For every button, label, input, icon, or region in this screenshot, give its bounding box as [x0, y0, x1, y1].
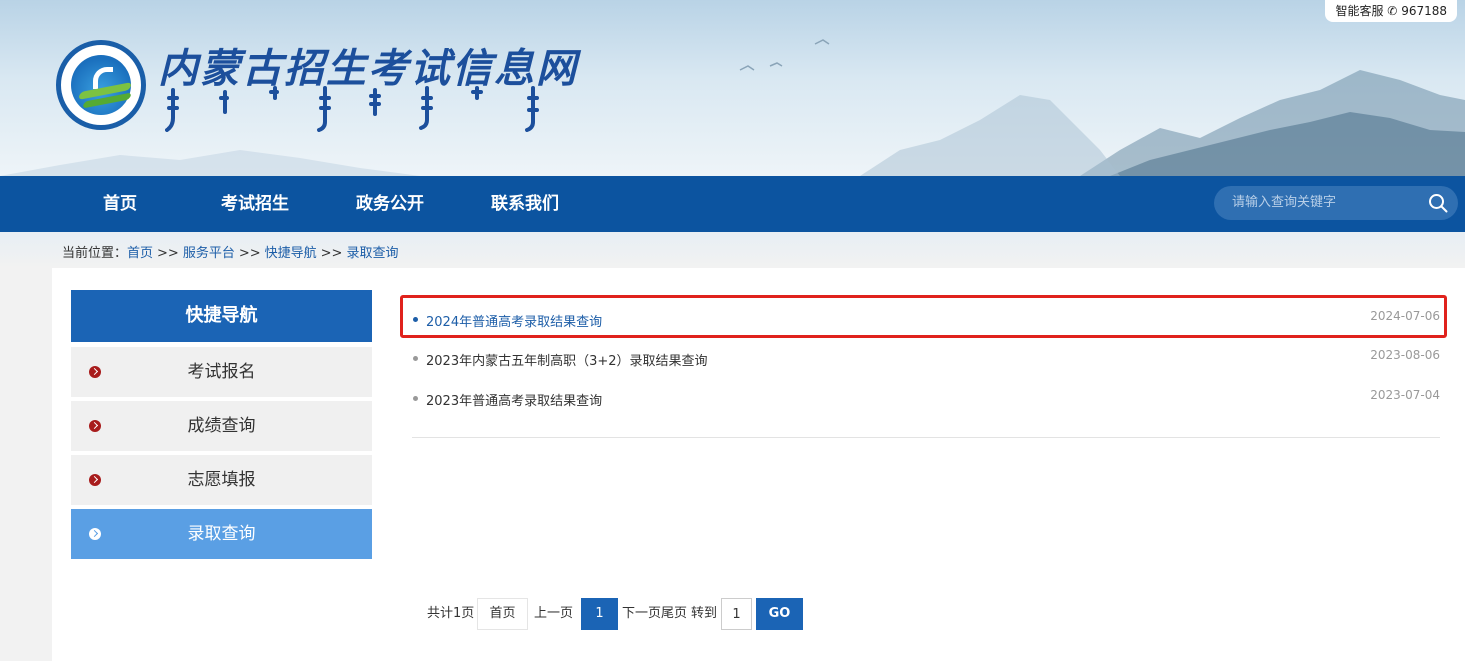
sidebar-item-admission-query[interactable]: 录取查询	[71, 509, 372, 559]
nav-item-home[interactable]: 首页	[103, 176, 137, 232]
bullet-dot-icon	[413, 396, 418, 401]
bullet-dot-icon	[413, 317, 418, 322]
search-input[interactable]	[1232, 186, 1422, 220]
list-item-title[interactable]: 2023年内蒙古五年制高职（3+2）录取结果查询	[426, 350, 708, 369]
sidebar-item-application-filling[interactable]: 志愿填报	[71, 455, 372, 505]
breadcrumb-item-quick-nav[interactable]: 快捷导航	[265, 246, 317, 261]
search-icon[interactable]	[1428, 193, 1448, 213]
list-item[interactable]: 2024年普通高考录取结果查询 2024-07-06	[412, 308, 1440, 332]
nav-item-government-affairs[interactable]: 政务公开	[356, 176, 424, 232]
hotline-number: 967188	[1401, 4, 1447, 18]
breadcrumb-item-admission-query[interactable]: 录取查询	[346, 246, 398, 261]
mongolian-script-title-image	[165, 86, 539, 132]
list-item-date: 2023-08-06	[1370, 348, 1440, 362]
bullet-dot-icon	[413, 356, 418, 361]
phone-icon: ✆	[1387, 4, 1398, 18]
site-logo[interactable]	[56, 40, 146, 130]
breadcrumb: 当前位置：首页 >> 服务平台 >> 快捷导航 >> 录取查询	[62, 242, 398, 261]
breadcrumb-separator: >>	[157, 246, 179, 261]
nav-item-contact-us[interactable]: 联系我们	[491, 176, 559, 232]
hotline-badge[interactable]: 智能客服 ✆ 967188	[1325, 0, 1457, 22]
sidebar-title: 快捷导航	[71, 290, 372, 342]
pagination-total: 共计1页	[427, 606, 475, 621]
list-item[interactable]: 2023年普通高考录取结果查询 2023-07-04	[412, 387, 1440, 411]
pagination-goto-input[interactable]	[721, 598, 752, 630]
search-box	[1214, 186, 1458, 220]
sidebar-item-label: 录取查询	[187, 524, 256, 544]
pagination-first-button[interactable]: 首页	[477, 598, 528, 630]
list-divider	[412, 437, 1440, 438]
pagination-prev-button[interactable]: 上一页	[534, 598, 573, 630]
list-item-date: 2023-07-04	[1370, 388, 1440, 402]
breadcrumb-separator: >>	[320, 246, 343, 261]
breadcrumb-separator: >>	[238, 246, 261, 261]
site-header: 智能客服 ✆ 967188 内蒙古招生考试信息网	[0, 0, 1465, 176]
sidebar-item-score-query[interactable]: 成绩查询	[71, 401, 372, 451]
breadcrumb-prefix: 当前位置：	[62, 246, 128, 261]
sidebar-item-label: 志愿填报	[187, 470, 256, 490]
pagination-current-page[interactable]: 1	[581, 598, 618, 630]
nav-item-exam-admission[interactable]: 考试招生	[221, 176, 289, 232]
sidebar-item-label: 考试报名	[187, 362, 256, 382]
list-item-title[interactable]: 2023年普通高考录取结果查询	[426, 390, 602, 409]
list-item-title[interactable]: 2024年普通高考录取结果查询	[426, 311, 602, 330]
pagination-go-button[interactable]: GO	[756, 598, 803, 630]
main-nav: 首页 考试招生 政务公开 联系我们	[0, 176, 1465, 232]
pagination-goto-label: 转到	[691, 606, 718, 621]
sidebar-item-exam-registration[interactable]: 考试报名	[71, 347, 372, 397]
list-item[interactable]: 2023年内蒙古五年制高职（3+2）录取结果查询 2023-08-06	[412, 347, 1440, 371]
pagination-next-last-buttons[interactable]: 下一页尾页	[622, 598, 687, 630]
hotline-label: 智能客服	[1335, 4, 1384, 18]
breadcrumb-item-service-platform[interactable]: 服务平台	[183, 246, 235, 261]
list-item-date: 2024-07-06	[1370, 309, 1440, 323]
breadcrumb-item-home[interactable]: 首页	[127, 246, 153, 261]
sidebar-item-label: 成绩查询	[187, 416, 256, 436]
